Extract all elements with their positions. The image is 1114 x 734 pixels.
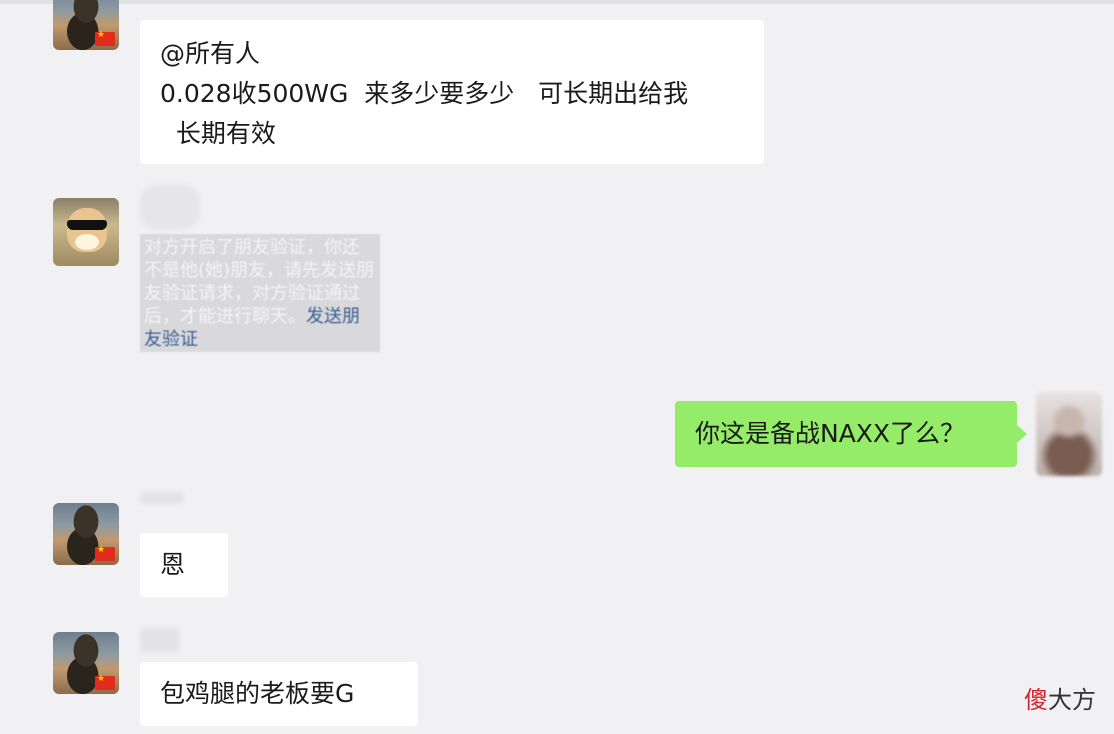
- watermark-text: 大方: [1048, 686, 1096, 714]
- message-text: @所有人: [160, 39, 261, 68]
- china-flag-icon: [95, 674, 115, 690]
- sender-avatar[interactable]: [53, 198, 119, 266]
- message-text: 包鸡腿的老板要G: [160, 679, 355, 708]
- message-text: 长期有效: [160, 119, 276, 148]
- message-bubble[interactable]: 包鸡腿的老板要G: [140, 662, 418, 726]
- watermark: 傻大方: [1024, 680, 1096, 715]
- my-avatar[interactable]: [1036, 392, 1102, 476]
- china-flag-icon: [95, 545, 115, 561]
- sender-avatar[interactable]: [53, 0, 119, 50]
- message-text: 你这是备战NAXX了么？: [695, 419, 966, 448]
- system-notice: 对方开启了朋友验证，你还不是他(她)朋友，请先发送朋友验证请求，对方验证通过后，…: [140, 234, 380, 352]
- message-bubble[interactable]: 恩: [140, 533, 228, 597]
- dog-face: [67, 208, 107, 252]
- top-divider: [0, 0, 1114, 4]
- sender-name-blurred: [140, 492, 184, 504]
- china-flag-icon: [95, 30, 115, 46]
- sender-avatar[interactable]: [53, 632, 119, 694]
- sender-name-blurred: [140, 184, 200, 230]
- message-text: 恩: [160, 550, 186, 579]
- watermark-red-char: 傻: [1024, 686, 1048, 714]
- sunglasses: [67, 220, 107, 230]
- message-text: 0.028收500WG 来多少要多少 可长期出给我: [160, 79, 689, 108]
- outgoing-message-bubble[interactable]: 你这是备战NAXX了么？: [675, 401, 1027, 467]
- message-bubble[interactable]: @所有人 0.028收500WG 来多少要多少 可长期出给我 长期有效: [140, 20, 764, 164]
- sender-name-blurred: [140, 628, 180, 652]
- sender-avatar[interactable]: [53, 503, 119, 565]
